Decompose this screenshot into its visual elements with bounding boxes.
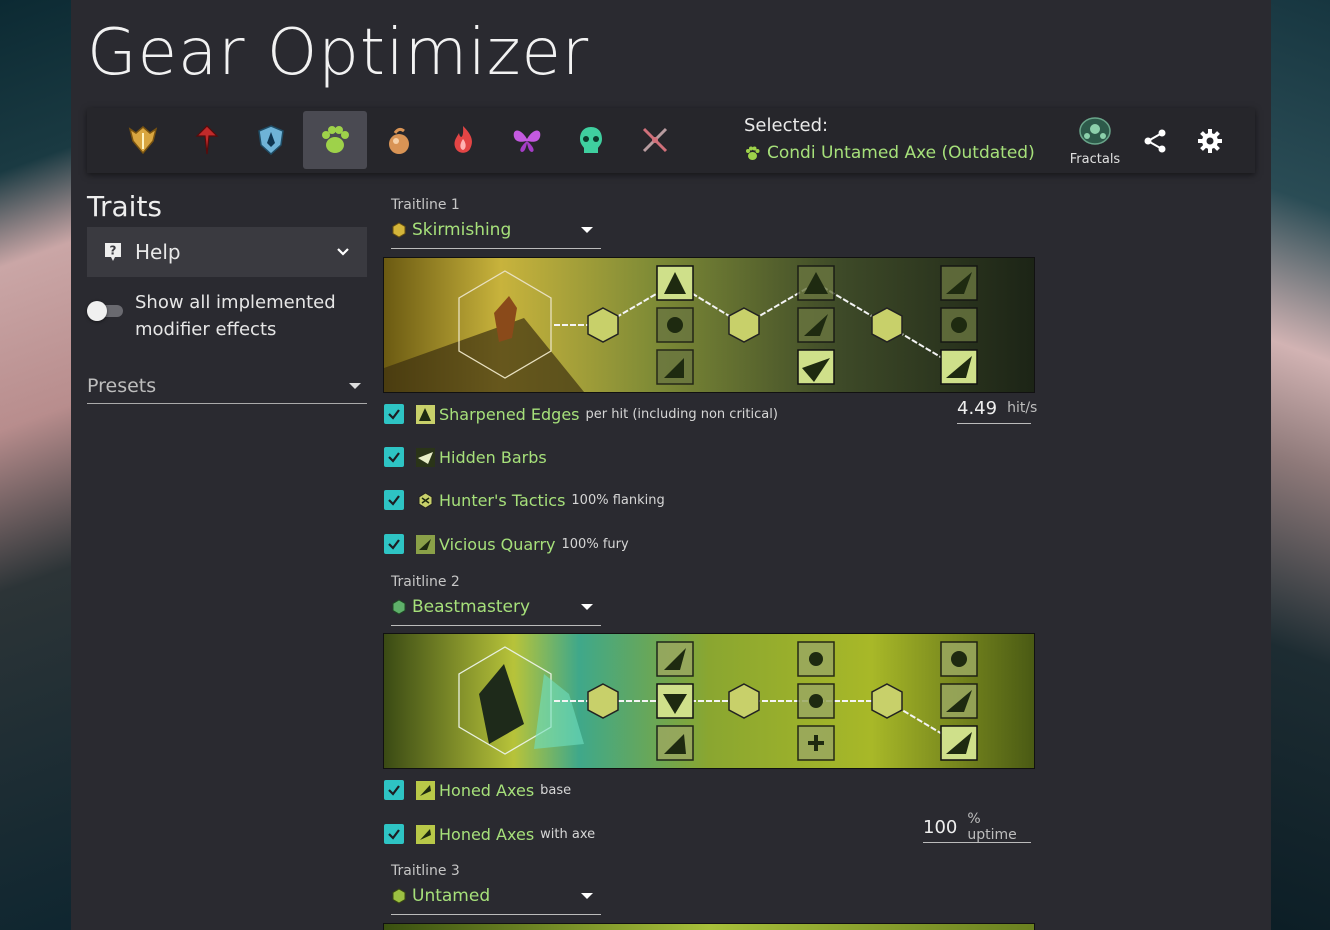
checkbox-checked[interactable] bbox=[384, 780, 404, 800]
profession-elementalist-button[interactable] bbox=[495, 111, 559, 169]
uptime-value: 100 bbox=[923, 816, 958, 838]
traitline-2-value: Beastmastery bbox=[412, 597, 531, 617]
traitline-1-select[interactable]: Skirmishing bbox=[391, 212, 601, 249]
profession-thief-button[interactable] bbox=[367, 111, 431, 169]
modifier-row[interactable]: Hunter's Tactics 100% flanking bbox=[384, 488, 665, 512]
presets-label: Presets bbox=[87, 375, 157, 397]
ranger-small-icon bbox=[746, 146, 760, 160]
warrior-icon bbox=[258, 125, 284, 156]
profession-revenant-button[interactable] bbox=[175, 111, 239, 169]
hits-per-second-field[interactable]: 4.49 hit/s bbox=[957, 393, 1037, 424]
modifier-name: Hidden Barbs bbox=[439, 447, 547, 467]
modifier-name: Vicious Quarry bbox=[439, 534, 556, 554]
hunters-tactics-icon bbox=[418, 491, 433, 509]
game-mode-fractals-button[interactable]: Fractals bbox=[1067, 116, 1123, 167]
dropdown-arrow-icon bbox=[581, 227, 593, 233]
uptime-field[interactable]: 100 % uptime bbox=[923, 811, 1031, 843]
traits-heading: Traits bbox=[87, 190, 163, 223]
presets-select[interactable]: Presets bbox=[87, 369, 367, 404]
honed-axes-icon bbox=[416, 824, 435, 844]
profession-guardian-button[interactable] bbox=[111, 111, 175, 169]
help-icon: ? bbox=[105, 243, 121, 261]
hits-value: 4.49 bbox=[957, 397, 998, 419]
modifier-note: with axe bbox=[540, 826, 596, 842]
profession-ranger-button[interactable] bbox=[303, 111, 367, 169]
profession-warrior-button[interactable] bbox=[239, 111, 303, 169]
engineer-icon bbox=[454, 126, 472, 153]
modifier-note: base bbox=[540, 782, 572, 798]
modifier-name: Hunter's Tactics bbox=[439, 490, 566, 510]
checkbox-checked[interactable] bbox=[384, 490, 404, 510]
beastmastery-icon bbox=[392, 599, 406, 615]
svg-text:?: ? bbox=[110, 244, 117, 258]
dropdown-arrow-icon bbox=[349, 383, 361, 389]
dropdown-arrow-icon bbox=[581, 893, 593, 899]
traitline-1-value: Skirmishing bbox=[412, 220, 512, 240]
beastmastery-trait-banner bbox=[383, 633, 1035, 769]
modifier-note: per hit (including non critical) bbox=[585, 406, 778, 422]
settings-gear-icon[interactable] bbox=[1197, 128, 1223, 154]
checkbox-checked[interactable] bbox=[384, 447, 404, 467]
traitline-3-label: Traitline 3 bbox=[391, 863, 460, 879]
selected-label: Selected: bbox=[744, 115, 829, 136]
main-panel: Gear Optimizer Selected: Condi Untamed A… bbox=[71, 0, 1271, 930]
necromancer-icon bbox=[580, 127, 602, 153]
profession-engineer-button[interactable] bbox=[431, 111, 495, 169]
sharpened-edges-icon bbox=[416, 404, 435, 424]
modifier-effects-toggle-row: Show all implemented modifier effects bbox=[87, 289, 367, 343]
checkbox-checked[interactable] bbox=[384, 404, 404, 424]
chevron-down-icon bbox=[337, 248, 349, 256]
help-accordion[interactable]: ? Help bbox=[87, 227, 367, 277]
profession-necromancer-button[interactable] bbox=[559, 111, 623, 169]
modifier-effects-toggle[interactable] bbox=[87, 301, 125, 321]
profession-mesmer-button[interactable] bbox=[623, 111, 687, 169]
modifier-name: Honed Axes bbox=[439, 780, 535, 800]
hits-unit: hit/s bbox=[1007, 400, 1038, 416]
share-icon[interactable] bbox=[1142, 128, 1168, 154]
modifier-row[interactable]: Sharpened Edges per hit (including non c… bbox=[384, 402, 778, 426]
revenant-icon bbox=[195, 125, 219, 155]
uptime-unit: % uptime bbox=[967, 811, 1017, 843]
traitline-3-select[interactable]: Untamed bbox=[391, 878, 601, 915]
help-label: Help bbox=[135, 240, 181, 264]
modifier-name: Honed Axes bbox=[439, 824, 535, 844]
selected-build[interactable]: Condi Untamed Axe (Outdated) bbox=[744, 143, 1035, 163]
page-title: Gear Optimizer bbox=[87, 16, 590, 90]
modifier-row[interactable]: Vicious Quarry 100% fury bbox=[384, 532, 629, 556]
profession-navbar: Selected: Condi Untamed Axe (Outdated) F… bbox=[87, 108, 1255, 173]
skirmishing-trait-banner bbox=[383, 257, 1035, 393]
guardian-icon bbox=[128, 126, 158, 155]
checkbox-checked[interactable] bbox=[384, 534, 404, 554]
ranger-icon bbox=[322, 126, 349, 153]
elementalist-icon bbox=[513, 130, 541, 152]
modifier-note: 100% fury bbox=[561, 536, 629, 552]
mesmer-icon bbox=[642, 127, 668, 153]
modifier-note: 100% flanking bbox=[571, 492, 665, 508]
vicious-quarry-icon bbox=[416, 534, 435, 554]
modifier-row[interactable]: Honed Axes base bbox=[384, 778, 571, 802]
selected-build-name: Condi Untamed Axe (Outdated) bbox=[767, 143, 1035, 163]
game-mode-label: Fractals bbox=[1069, 152, 1121, 167]
hidden-barbs-icon bbox=[416, 447, 435, 467]
toggle-label: Show all implemented modifier effects bbox=[135, 292, 336, 340]
traitline-1-label: Traitline 1 bbox=[391, 197, 460, 213]
sidebar: Traits ? Help Show all implemented modif… bbox=[87, 190, 367, 404]
thief-icon bbox=[389, 127, 409, 154]
untamed-icon bbox=[392, 888, 406, 904]
dropdown-arrow-icon bbox=[581, 604, 593, 610]
honed-axes-icon bbox=[416, 780, 435, 800]
skirmishing-icon bbox=[392, 222, 406, 238]
traitline-3-value: Untamed bbox=[412, 886, 491, 906]
modifier-row[interactable]: Hidden Barbs bbox=[384, 445, 547, 469]
checkbox-checked[interactable] bbox=[384, 824, 404, 844]
modifier-row[interactable]: Honed Axes with axe bbox=[384, 822, 595, 846]
untamed-trait-banner bbox=[383, 923, 1035, 930]
modifier-name: Sharpened Edges bbox=[439, 404, 580, 424]
traitline-2-select[interactable]: Beastmastery bbox=[391, 589, 601, 626]
fractals-icon bbox=[1079, 117, 1111, 145]
traitline-2-label: Traitline 2 bbox=[391, 574, 460, 590]
